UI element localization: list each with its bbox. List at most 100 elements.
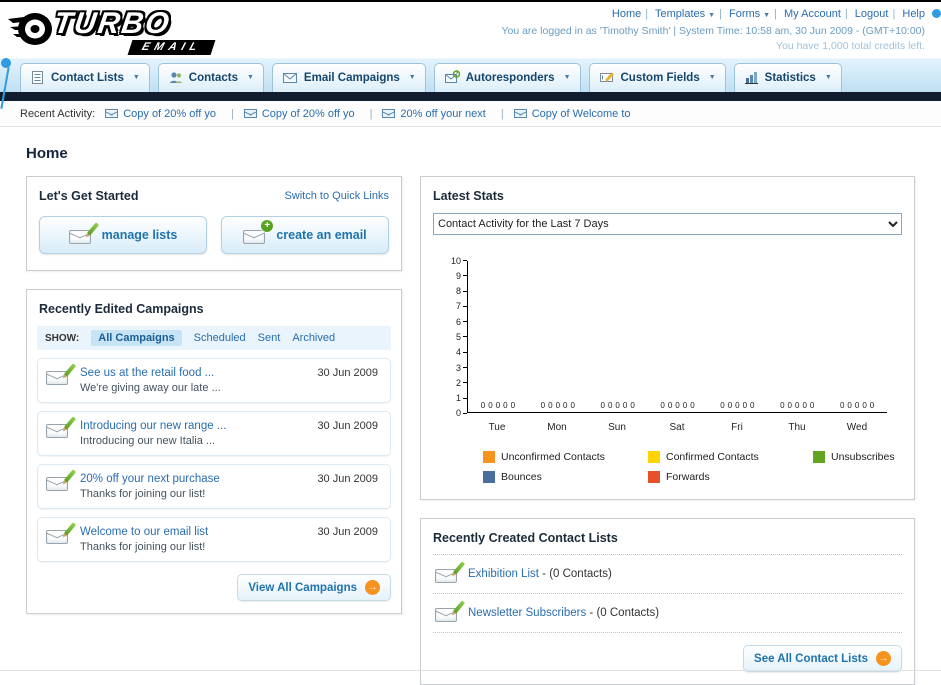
top-link-my-account[interactable]: My Account (784, 8, 841, 20)
bar-value-label: 0 (854, 401, 860, 410)
campaign-title-link[interactable]: See us at the retail food ... (80, 367, 307, 379)
bar-value-label: 0 (809, 401, 815, 410)
x-tick-label: Tue (488, 422, 506, 433)
bar-value-label: 0 (510, 401, 516, 410)
tab-email-campaigns[interactable]: Email Campaigns (271, 63, 426, 92)
legend-label: Confirmed Contacts (666, 451, 759, 463)
chart-bar-group: 00000 (767, 261, 827, 412)
show-label: SHOW: (45, 332, 80, 344)
filter-all-campaigns[interactable]: All Campaigns (91, 330, 182, 346)
chart-plot: 00000000000000000000000000000000000 (467, 261, 887, 413)
envelope-plus-icon (243, 220, 274, 244)
x-tick-label: Wed (846, 422, 868, 433)
legend-label: Bounces (501, 471, 542, 483)
manage-lists-button[interactable]: manage lists (39, 216, 207, 254)
y-tick: 8 (443, 286, 467, 296)
page-bottom-divider (0, 670, 941, 671)
campaign-subtitle: Introducing our new Italia ... (80, 435, 216, 447)
contact-list-link[interactable]: Exhibition List (468, 568, 539, 580)
view-all-campaigns-button[interactable]: View All Campaigns → (237, 574, 391, 601)
pencil-envelope-icon (435, 600, 466, 622)
pencil-envelope-icon (46, 363, 77, 385)
contact-list-count: - (0 Contacts) (538, 568, 612, 580)
top-link-logout[interactable]: Logout (855, 8, 889, 20)
statistics-icon (744, 72, 758, 84)
bar-value-label: 0 (682, 401, 688, 410)
y-tick: 10 (443, 256, 467, 266)
pencil-envelope-icon (46, 469, 77, 491)
envelope-icon (243, 109, 257, 118)
recent-activity-label: Recent Activity: (20, 107, 96, 120)
filter-archived[interactable]: Archived (292, 332, 335, 344)
bar-value-label: 0 (667, 401, 673, 410)
separator: | (892, 8, 896, 20)
recent-campaigns-title: Recently Edited Campaigns (39, 302, 204, 316)
recent-contact-lists-title: Recently Created Contact Lists (433, 531, 902, 555)
recent-activity-link[interactable]: Copy of 20% off yo (262, 108, 355, 120)
tab-autoresponders[interactable]: Autoresponders (433, 63, 581, 92)
top-link-templates[interactable]: Templates (655, 8, 715, 20)
left-column: Let's Get Started Switch to Quick Links … (26, 176, 402, 632)
recent-activity-link[interactable]: 20% off your next (400, 108, 485, 120)
logo-text-email: EMAIL (127, 40, 216, 55)
page-title: Home (26, 145, 68, 162)
logo-text-turbo: TURBO (51, 7, 174, 40)
top-link-forms[interactable]: Forms (729, 8, 770, 20)
bar-value-label: 0 (660, 401, 665, 410)
pencil-envelope-icon (46, 416, 77, 438)
main-content: Home Let's Get Started Switch to Quick L… (0, 127, 941, 685)
tab-label: Contact Lists (51, 71, 124, 84)
header-right: Home| Templates| Forms| My Account| Logo… (501, 7, 925, 54)
campaign-list-item: Introducing our new range ... Introducin… (37, 411, 391, 456)
bar-value-label: 0 (742, 401, 748, 410)
tab-label: Email Campaigns (303, 71, 400, 84)
legend-item: Unsubscribes (813, 451, 902, 463)
bar-value-label: 0 (555, 401, 561, 410)
contact-list-link[interactable]: Newsletter Subscribers (468, 607, 586, 619)
create-email-button[interactable]: create an email (221, 216, 389, 254)
top-link-help[interactable]: Help (902, 8, 925, 20)
tab-contact-lists[interactable]: Contact Lists (20, 63, 150, 92)
tab-label: Statistics (764, 71, 816, 84)
bar-value-label: 0 (750, 401, 755, 410)
recent-activity-link[interactable]: Copy of 20% off yo (123, 108, 216, 120)
recent-activity-link[interactable]: Copy of Welcome to (532, 108, 631, 120)
top-link-home[interactable]: Home (612, 8, 641, 20)
chart-x-axis: Tue Mon Sun Sat Fri Thu Wed (467, 418, 887, 433)
campaign-title-link[interactable]: Introducing our new range ... (80, 420, 307, 432)
campaign-date: 30 Jun 2009 (317, 526, 378, 538)
campaign-list-item: Welcome to our email list Thanks for joi… (37, 517, 391, 562)
bar-value-label: 0 (503, 401, 508, 410)
logo-swoosh-icon (8, 13, 52, 45)
chart-bar-group: 00000 (707, 261, 767, 412)
filter-scheduled[interactable]: Scheduled (194, 332, 246, 344)
campaign-date: 30 Jun 2009 (317, 367, 378, 379)
stats-range-select[interactable]: Contact Activity for the Last 7 Days (433, 213, 902, 235)
y-tick: 3 (443, 363, 467, 373)
y-tick: 4 (443, 347, 467, 357)
latest-stats-panel: Latest Stats Contact Activity for the La… (420, 176, 915, 500)
see-all-contact-lists-label: See All Contact Lists (754, 652, 868, 665)
see-all-contact-lists-button[interactable]: See All Contact Lists → (743, 645, 902, 672)
campaign-title-link[interactable]: 20% off your next purchase (80, 473, 307, 485)
tab-statistics[interactable]: Statistics (733, 63, 842, 92)
recent-activity-item: 20% off your next (382, 108, 503, 120)
legend-label: Forwards (666, 471, 710, 483)
campaign-title-link[interactable]: Welcome to our email list (80, 526, 307, 538)
view-all-campaigns-label: View All Campaigns (248, 581, 357, 594)
bar-value-label: 0 (630, 401, 635, 410)
separator: | (774, 8, 777, 20)
campaign-list-item: 20% off your next purchase Thanks for jo… (37, 464, 391, 509)
separator: | (719, 8, 722, 20)
tab-label: Autoresponders (465, 71, 555, 84)
switch-quick-links-link[interactable]: Switch to Quick Links (284, 190, 389, 202)
decoration-dot (932, 9, 941, 18)
x-tick-label: Mon (547, 422, 567, 433)
filter-sent[interactable]: Sent (258, 332, 281, 344)
main-nav-tabs: Contact Lists Contacts Email Campaigns A… (0, 58, 941, 92)
tab-contacts[interactable]: Contacts (157, 63, 264, 92)
manage-lists-label: manage lists (101, 228, 178, 242)
bar-value-label: 0 (847, 401, 852, 410)
tab-custom-fields[interactable]: Custom Fields (588, 63, 726, 92)
contact-list-item: Newsletter Subscribers - (0 Contacts) (433, 594, 902, 633)
